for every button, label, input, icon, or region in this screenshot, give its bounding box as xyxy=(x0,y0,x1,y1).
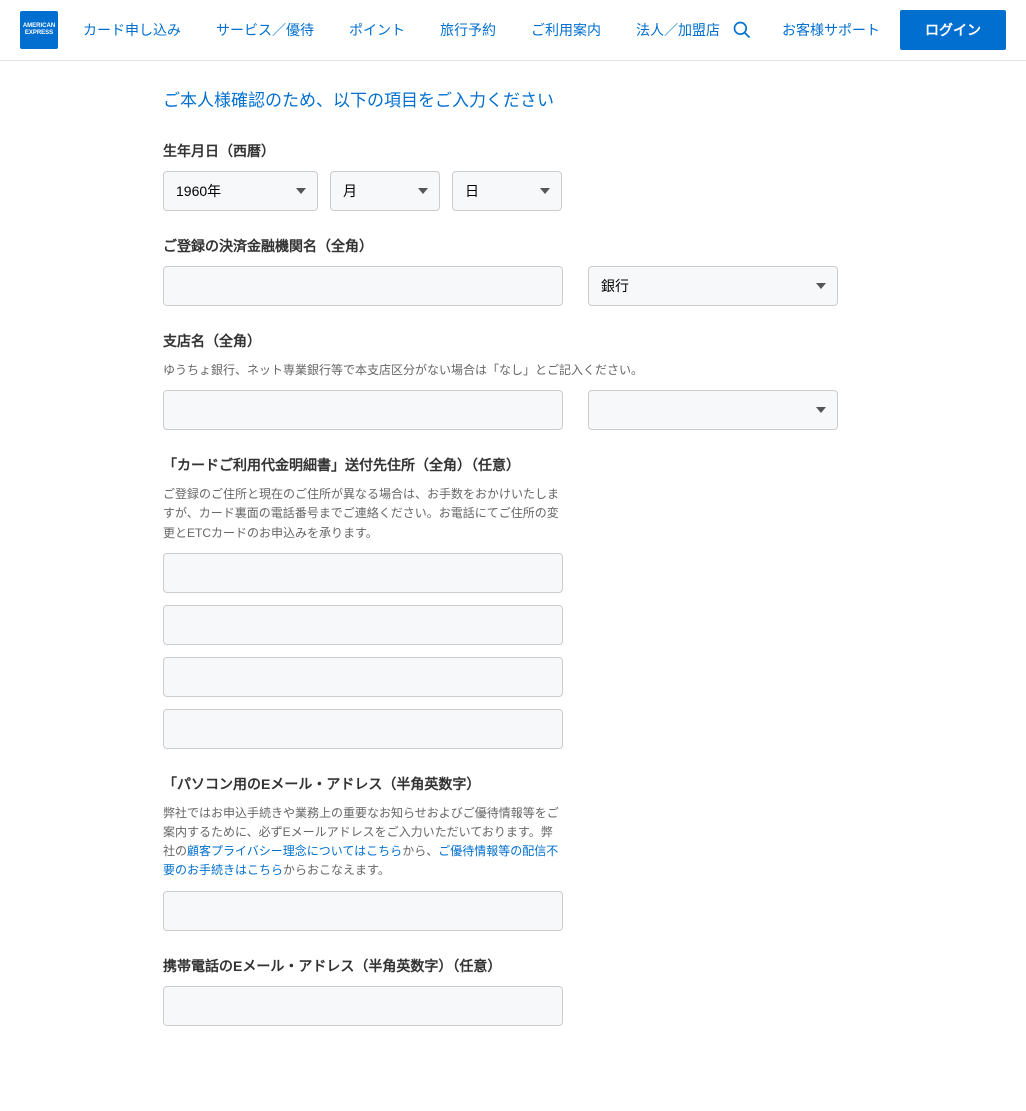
branch-label: 支店名（全角） xyxy=(163,331,863,351)
branch-name-input[interactable] xyxy=(163,390,563,430)
nav-guide[interactable]: ご利用案内 xyxy=(531,20,601,40)
main-header: AMERICAN EXPRESS カード申し込み サービス／優待 ポイント 旅行… xyxy=(0,0,1026,61)
dob-group: 生年月日（西暦） 1960年 月 日 xyxy=(163,141,863,211)
privacy-link[interactable]: 顧客プライバシー理念についてはこちら xyxy=(187,844,402,858)
nav-card-apply[interactable]: カード申し込み xyxy=(83,20,181,40)
dob-label: 生年月日（西暦） xyxy=(163,141,863,161)
pc-email-group: 「パソコン用のEメール・アドレス（半角英数字） 弊社ではお申込手続きや業務上の重… xyxy=(163,774,863,931)
nav-points[interactable]: ポイント xyxy=(349,20,405,40)
search-icon[interactable] xyxy=(732,20,752,40)
pc-email-input[interactable] xyxy=(163,891,563,931)
address-hint: ご登録のご住所と現在のご住所が異なる場合は、お手数をおかけいたしますが、カード裏… xyxy=(163,485,563,543)
address-label: 「カードご利用代金明細書」送付先住所（全角）（任意） xyxy=(163,455,863,475)
bank-type-select[interactable]: 銀行 xyxy=(588,266,838,306)
address-line2-input[interactable] xyxy=(163,605,563,645)
page-heading: ご本人様確認のため、以下の項目をご入力ください xyxy=(163,86,863,111)
dob-month-select[interactable]: 月 xyxy=(330,171,440,211)
nav-service[interactable]: サービス／優待 xyxy=(216,20,314,40)
branch-type-select[interactable] xyxy=(588,390,838,430)
nav-travel[interactable]: 旅行予約 xyxy=(440,20,496,40)
nav-corporate[interactable]: 法人／加盟店 xyxy=(636,20,720,40)
pc-email-hint: 弊社ではお申込手続きや業務上の重要なお知らせおよびご優待情報等をご案内するために… xyxy=(163,804,563,881)
branch-hint: ゆうちょ銀行、ネット専業銀行等で本支店区分がない場合は「なし」とご記入ください。 xyxy=(163,361,863,380)
address-line4-input[interactable] xyxy=(163,709,563,749)
address-line1-input[interactable] xyxy=(163,553,563,593)
primary-nav: カード申し込み サービス／優待 ポイント 旅行予約 ご利用案内 法人／加盟店 xyxy=(83,20,732,40)
address-line3-input[interactable] xyxy=(163,657,563,697)
bank-group: ご登録の決済金融機関名（全角） 銀行 xyxy=(163,236,863,306)
branch-group: 支店名（全角） ゆうちょ銀行、ネット専業銀行等で本支店区分がない場合は「なし」と… xyxy=(163,331,863,430)
dob-day-select[interactable]: 日 xyxy=(452,171,562,211)
form-container: ご本人様確認のため、以下の項目をご入力ください 生年月日（西暦） 1960年 月… xyxy=(163,61,863,1111)
address-group: 「カードご利用代金明細書」送付先住所（全角）（任意） ご登録のご住所と現在のご住… xyxy=(163,455,863,749)
login-button[interactable]: ログイン xyxy=(900,10,1006,50)
mobile-email-group: 携帯電話のEメール・アドレス（半角英数字）（任意） xyxy=(163,956,863,1026)
mobile-email-input[interactable] xyxy=(163,986,563,1026)
amex-logo[interactable]: AMERICAN EXPRESS xyxy=(20,11,58,49)
bank-label: ご登録の決済金融機関名（全角） xyxy=(163,236,863,256)
pc-email-label: 「パソコン用のEメール・アドレス（半角英数字） xyxy=(163,774,863,794)
mobile-email-label: 携帯電話のEメール・アドレス（半角英数字）（任意） xyxy=(163,956,863,976)
support-link[interactable]: お客様サポート xyxy=(782,20,880,40)
bank-name-input[interactable] xyxy=(163,266,563,306)
dob-year-select[interactable]: 1960年 xyxy=(163,171,318,211)
